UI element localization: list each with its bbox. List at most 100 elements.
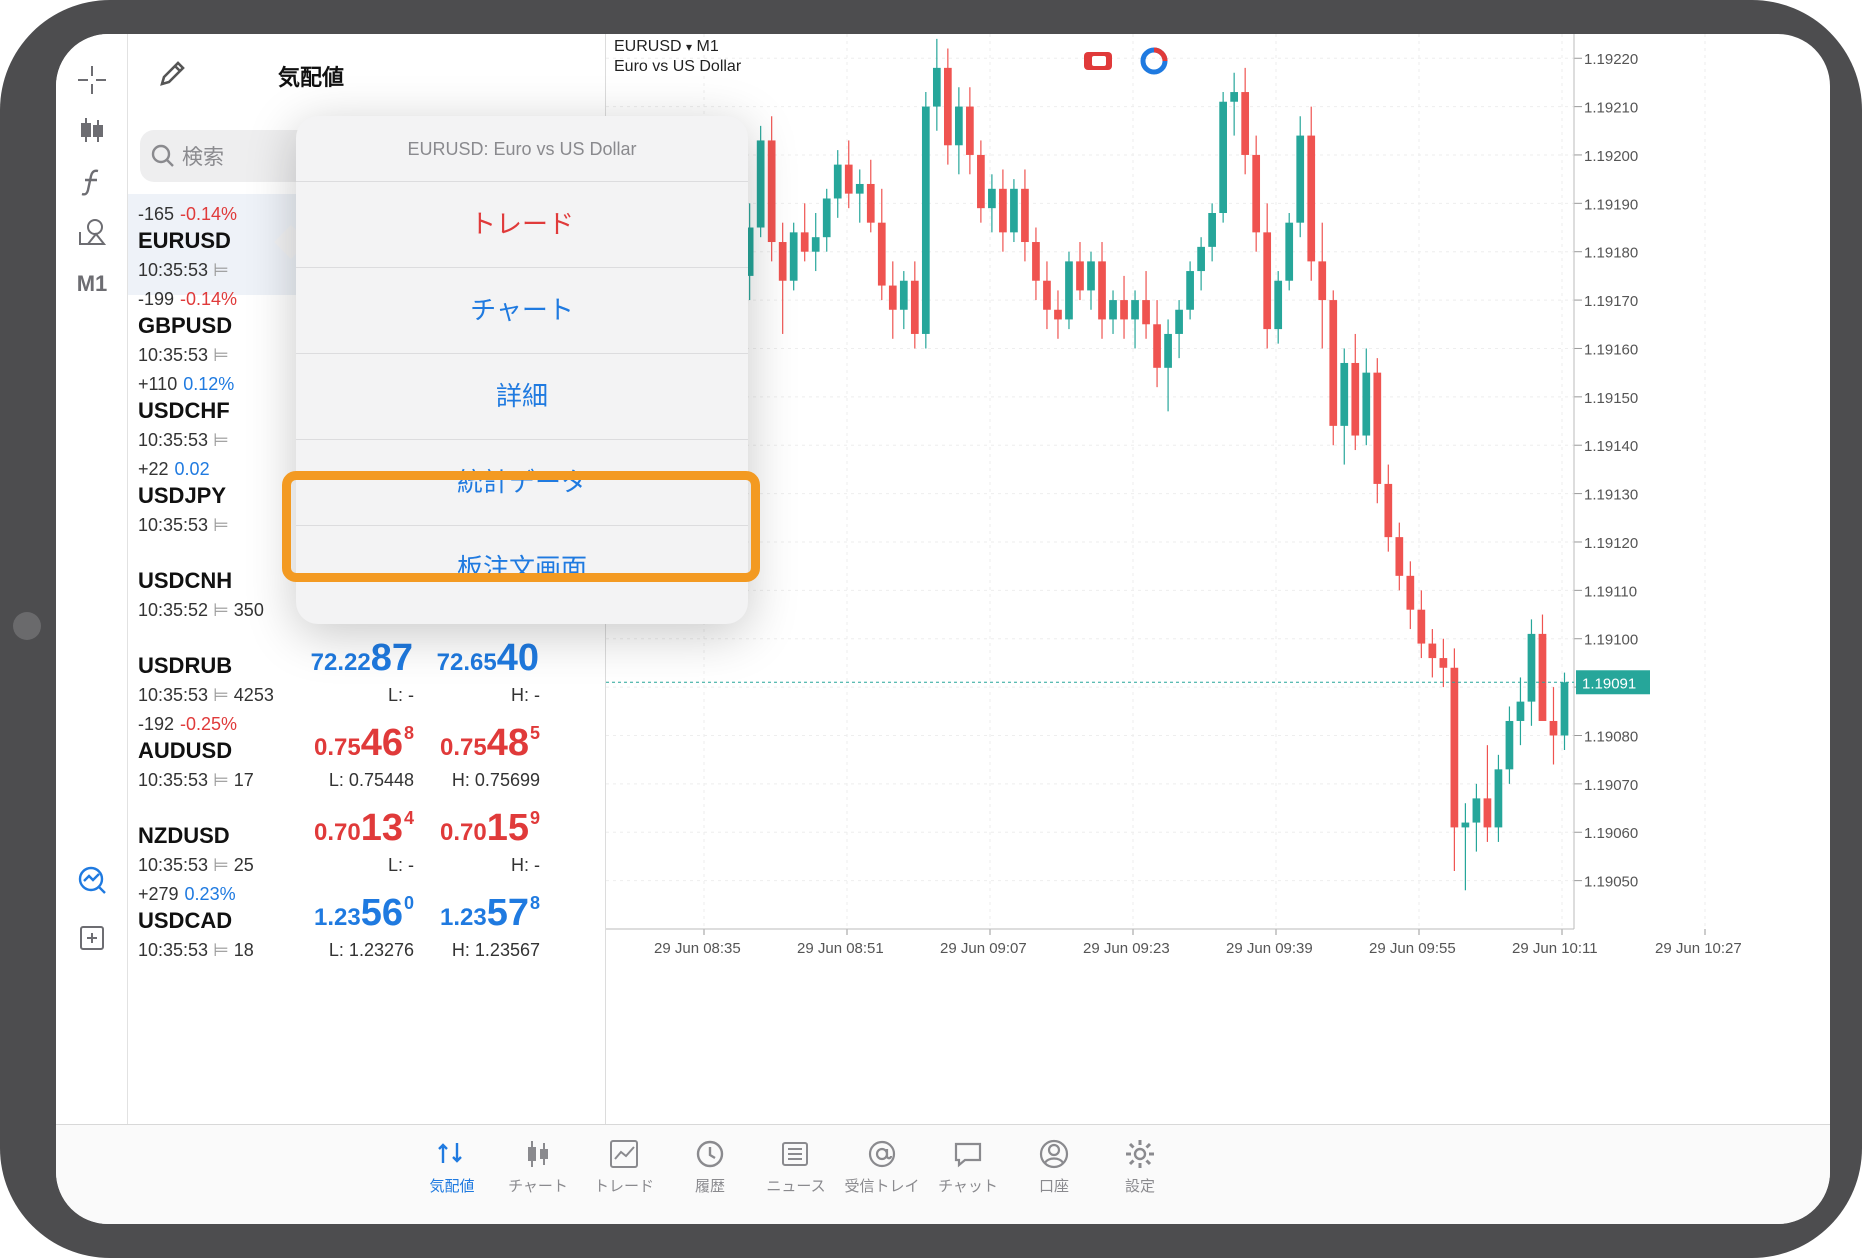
- tab-chart[interactable]: チャート: [490, 1137, 586, 1196]
- candle-body: [833, 164, 842, 199]
- chart-symbol[interactable]: EURUSD ▾ M1: [614, 38, 719, 56]
- ask-large: 15: [486, 807, 529, 849]
- bid-small: 72.22: [310, 649, 371, 676]
- time-text: 10:35:53: [138, 260, 209, 280]
- tab-account[interactable]: 口座: [1006, 1137, 1102, 1196]
- indicator-icon[interactable]: [68, 856, 116, 904]
- candle-body: [1076, 261, 1084, 291]
- quote-time: 10:35:53 ⊨: [138, 345, 229, 366]
- candle-body: [822, 198, 831, 238]
- change-points: -199: [138, 289, 175, 309]
- y-tick-label: 1.19190: [1584, 196, 1638, 213]
- app-screen: M1 気配値 検索 -165 -0.14% EURUSD 10:35:53 ⊨ -199…: [56, 34, 1830, 1224]
- candle-body: [1384, 483, 1393, 538]
- current-price-label: 1.19091: [1582, 675, 1636, 692]
- x-tick-label: 29 Jun 09:23: [1083, 940, 1170, 957]
- candle-body: [1494, 769, 1503, 828]
- ask-small: 0.75: [439, 734, 487, 761]
- ask-price[interactable]: 1.23578: [430, 892, 540, 935]
- change-value: -192 -0.25%: [138, 714, 237, 735]
- function-icon[interactable]: [68, 158, 116, 206]
- x-tick-label: 29 Jun 09:07: [940, 940, 1027, 957]
- candle-body: [943, 67, 952, 146]
- tab-quotes[interactable]: 気配値: [404, 1137, 500, 1196]
- mailbox-icon: [868, 1140, 896, 1168]
- bid-price[interactable]: 0.75468: [304, 722, 414, 765]
- candle-body: [1274, 280, 1283, 330]
- edit-icon[interactable]: [152, 54, 192, 94]
- change-points: -192: [138, 714, 175, 734]
- menu-item-details[interactable]: 詳細: [296, 354, 748, 440]
- bid-price[interactable]: 72.2287: [304, 637, 414, 680]
- price-chart[interactable]: 1.19220 1.19210 1.19200 1.19190 1.19180 1.191…: [606, 34, 1830, 1124]
- symbol-name: AUDUSD: [138, 738, 233, 763]
- candle-body: [966, 106, 974, 155]
- candle-body: [1362, 372, 1371, 436]
- candle-body: [1461, 822, 1470, 828]
- change-points: -165: [138, 204, 175, 224]
- ask-large: 40: [496, 637, 539, 679]
- candle-body: [1175, 309, 1183, 334]
- bid-small: 1.23: [313, 904, 361, 931]
- symbol-name: USDCNH: [138, 568, 233, 593]
- x-tick-label: 29 Jun 08:35: [654, 940, 741, 957]
- add-window-icon[interactable]: [68, 914, 116, 962]
- menu-item-trade[interactable]: トレード: [296, 182, 748, 268]
- ask-price[interactable]: 72.6540: [430, 637, 540, 680]
- candle-body: [1164, 333, 1172, 368]
- change-points: +22: [138, 459, 169, 479]
- candle-body: [800, 232, 809, 252]
- bid-price[interactable]: 0.70134: [304, 807, 414, 850]
- y-tick-label: 1.19140: [1584, 438, 1638, 455]
- candle-body: [1340, 362, 1349, 426]
- crosshair-icon[interactable]: [68, 56, 116, 104]
- candle-body: [778, 242, 787, 281]
- objects-icon[interactable]: [68, 208, 116, 256]
- spread-icon: ⊨: [213, 770, 229, 790]
- tab-settings[interactable]: 設定: [1092, 1137, 1188, 1196]
- candle-body: [1538, 633, 1547, 721]
- candle-body: [1483, 798, 1492, 828]
- tab-trade[interactable]: トレード: [576, 1137, 672, 1196]
- spread-icon: ⊨: [213, 940, 229, 960]
- candle-body: [1087, 261, 1095, 291]
- symbol-name: USDCAD: [138, 908, 233, 933]
- ask-small: 0.70: [439, 819, 487, 846]
- spread-icon: ⊨: [213, 260, 229, 280]
- symbol-name: EURUSD: [138, 228, 231, 253]
- y-tick-label: 1.19070: [1584, 777, 1638, 794]
- ask-sup: 5: [529, 723, 540, 743]
- candle-body: [1098, 261, 1106, 320]
- spread-icon: ⊨: [213, 855, 229, 875]
- tab-history[interactable]: 履歴: [662, 1137, 758, 1196]
- x-tick-label: 29 Jun 09:55: [1369, 940, 1456, 957]
- candle-body: [1142, 300, 1150, 325]
- y-tick-label: 1.19160: [1584, 341, 1638, 358]
- candle-body: [1252, 154, 1261, 233]
- time-text: 10:35:53: [138, 770, 209, 790]
- chart-canvas[interactable]: 1.19220 1.19210 1.19200 1.19190 1.19180 1.191…: [606, 34, 1830, 1124]
- tab-chat[interactable]: チャット: [920, 1137, 1016, 1196]
- timeframe-button[interactable]: M1: [68, 260, 116, 308]
- candle-body: [1516, 701, 1525, 721]
- bid-price[interactable]: 1.23560: [304, 892, 414, 935]
- tab-label: 履歴: [694, 1177, 725, 1195]
- candle-body: [1021, 188, 1029, 243]
- x-tick-label: 29 Jun 10:11: [1512, 940, 1598, 957]
- symbol-name: USDCHF: [138, 398, 230, 423]
- tab-mailbox[interactable]: 受信トレイ: [834, 1137, 930, 1196]
- y-tick-label: 1.19060: [1584, 825, 1638, 842]
- candles-icon[interactable]: [68, 106, 116, 154]
- ask-price[interactable]: 0.75485: [430, 722, 540, 765]
- watchlist-row-usdcad[interactable]: +279 0.23% USDCAD 10:35:53 ⊨ 18 1.23560 1.235…: [128, 874, 606, 975]
- candle-body: [932, 67, 941, 107]
- tab-news[interactable]: ニュース: [748, 1137, 844, 1196]
- quotes-icon: [438, 1143, 462, 1163]
- menu-item-chart[interactable]: チャート: [296, 268, 748, 354]
- candle-body: [1472, 798, 1481, 823]
- ask-price[interactable]: 0.70159: [430, 807, 540, 850]
- symbol-name: NZDUSD: [138, 823, 230, 848]
- low-price: L: -: [387, 685, 414, 705]
- time-text: 10:35:53: [138, 430, 209, 450]
- tab-label: ニュース: [766, 1177, 826, 1195]
